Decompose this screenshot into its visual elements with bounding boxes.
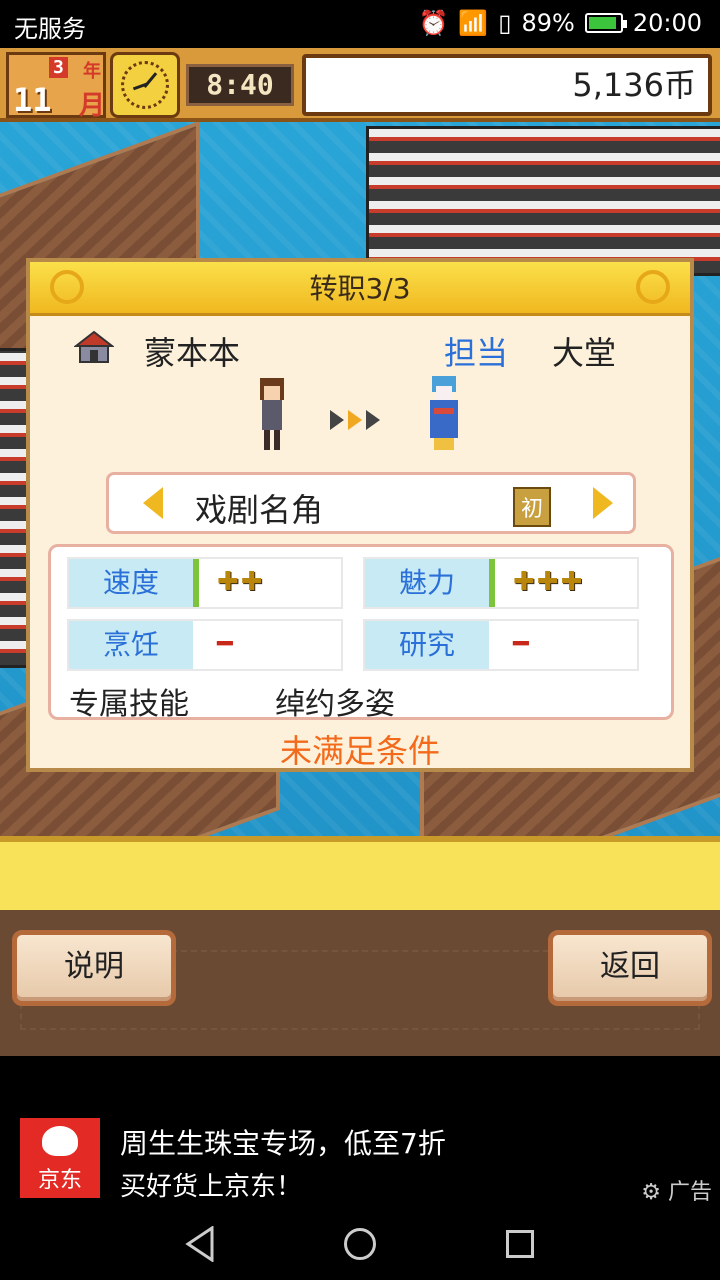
nav-recent-icon[interactable] bbox=[506, 1230, 534, 1258]
restaurant-building[interactable] bbox=[366, 126, 720, 276]
help-button[interactable]: 说明 bbox=[12, 930, 176, 1006]
nav-home-icon[interactable] bbox=[344, 1228, 376, 1260]
status-bar: 无服务 ⏰ 📶 ▯ 89% 20:00 bbox=[0, 0, 720, 48]
battery-icon bbox=[584, 13, 627, 33]
nav-back-icon[interactable] bbox=[184, 1226, 216, 1262]
ad-subtitle[interactable]: 买好货上京东！ bbox=[120, 1166, 302, 1203]
jd-dog-icon bbox=[42, 1126, 78, 1156]
ad-tag: ⚙ 广告 bbox=[641, 1174, 712, 1206]
character-new-sprite bbox=[430, 376, 458, 450]
stat-charm: 魅力 ✚✚✚ bbox=[363, 557, 639, 609]
role-value: 大堂 bbox=[552, 334, 617, 372]
stat-speed: 速度 ✚✚ bbox=[67, 557, 343, 609]
role-label: 担当 bbox=[444, 334, 509, 372]
stat-research: 研究 ━ bbox=[363, 619, 639, 671]
dialog-header: 转职3/3 bbox=[30, 262, 690, 316]
month-unit: 月 bbox=[79, 91, 106, 121]
ad-banner[interactable]: 京东 周生生珠宝专场，低至7折 买好货上京东！ ⚙ 广告 bbox=[0, 1056, 720, 1206]
carrier-text: 无服务 bbox=[14, 15, 86, 43]
dialog-title: 转职3/3 bbox=[309, 272, 411, 305]
battery-percent: 89% bbox=[521, 9, 575, 37]
ad-settings-icon: ⚙ bbox=[641, 1180, 668, 1205]
stat-label: 研究 bbox=[365, 621, 489, 669]
shop-icon bbox=[74, 330, 114, 363]
stat-indicator bbox=[489, 559, 495, 607]
stat-value: ✚✚✚ bbox=[513, 567, 585, 597]
skill-value: 绰约多姿 bbox=[275, 687, 395, 722]
stat-indicator bbox=[193, 559, 199, 607]
ad-logo-text: 京东 bbox=[37, 1168, 82, 1193]
clock-icon bbox=[110, 52, 180, 118]
top-hud: 3 年 11 月 8:40 5,136币 bbox=[0, 48, 720, 122]
prev-job-arrow-icon[interactable] bbox=[143, 487, 163, 519]
ad-title[interactable]: 周生生珠宝专场，低至7折 bbox=[120, 1122, 446, 1162]
year-unit: 年 bbox=[83, 61, 101, 82]
arrow-chain-icon bbox=[330, 410, 380, 430]
job-change-dialog: 转职3/3 蒙本本 担当 大堂 戏剧名角 初 速度 ✚✚ 魅力 ✚✚✚ 烹饪 ━… bbox=[26, 258, 694, 772]
alarm-icon: ⏰ bbox=[418, 9, 449, 37]
message-bar bbox=[0, 836, 720, 916]
condition-status: 未满足条件 bbox=[279, 732, 440, 770]
stat-cooking: 烹饪 ━ bbox=[67, 619, 343, 671]
stat-label: 魅力 bbox=[365, 559, 489, 607]
sim-icon: ▯ bbox=[498, 9, 512, 37]
skill-label: 专属技能 bbox=[69, 687, 189, 722]
stat-value: ━ bbox=[217, 629, 235, 659]
year-value: 3 bbox=[49, 57, 68, 78]
job-selector: 戏剧名角 初 bbox=[106, 472, 636, 534]
next-job-arrow-icon[interactable] bbox=[593, 487, 613, 519]
back-button[interactable]: 返回 bbox=[548, 930, 712, 1006]
month-value: 11 bbox=[13, 81, 52, 119]
stat-value: ✚✚ bbox=[217, 567, 265, 597]
stats-panel: 速度 ✚✚ 魅力 ✚✚✚ 烹饪 ━ 研究 ━ 专属技能 绰约多姿 bbox=[48, 544, 674, 722]
game-time: 8:40 bbox=[186, 64, 294, 106]
ad-tag-label: 广告 bbox=[667, 1180, 712, 1205]
wifi-icon: 📶 bbox=[458, 9, 489, 37]
stat-label: 烹饪 bbox=[69, 621, 193, 669]
coin-counter: 5,136币 bbox=[302, 54, 712, 116]
status-time: 20:00 bbox=[632, 9, 702, 37]
navigation-bar bbox=[0, 1206, 720, 1280]
swirl-ornament-icon bbox=[50, 270, 84, 304]
date-display: 3 年 11 月 bbox=[6, 52, 106, 121]
character-current-sprite bbox=[260, 378, 284, 450]
job-rank-badge: 初 bbox=[513, 487, 552, 527]
character-name: 蒙本本 bbox=[144, 334, 241, 372]
jd-logo[interactable]: 京东 bbox=[20, 1118, 100, 1198]
stat-label: 速度 bbox=[69, 559, 193, 607]
swirl-ornament-icon bbox=[636, 270, 670, 304]
stat-value: ━ bbox=[513, 629, 531, 659]
job-name: 戏剧名角 bbox=[195, 491, 324, 529]
